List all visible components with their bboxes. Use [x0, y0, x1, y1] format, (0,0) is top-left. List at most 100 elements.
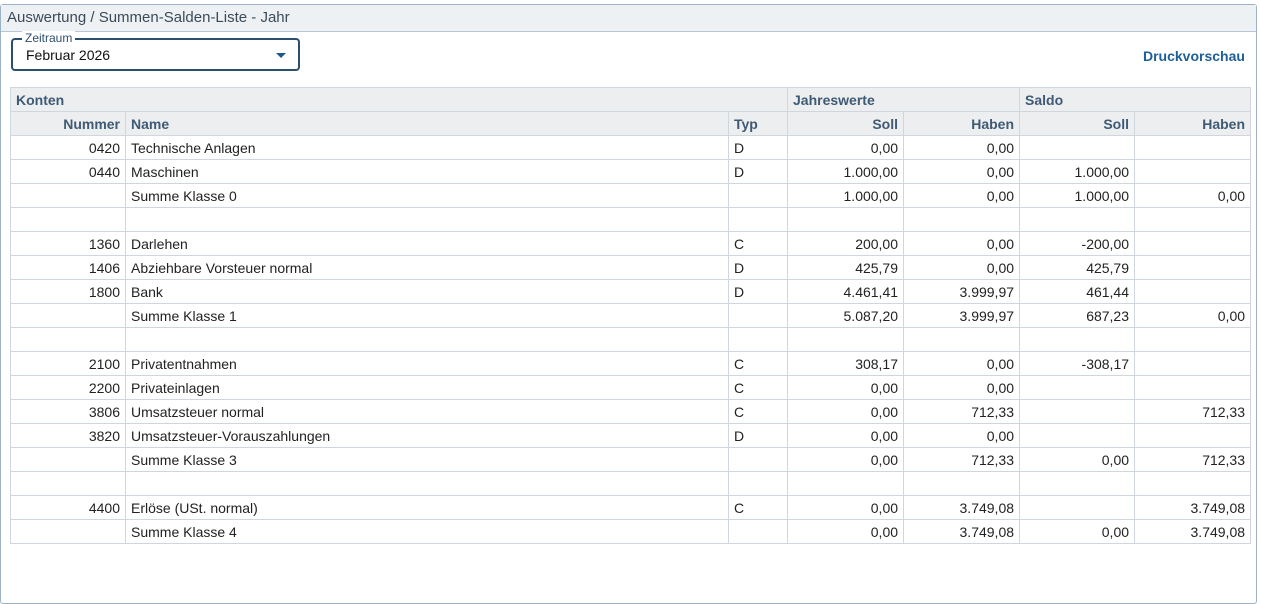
cell-name: Technische Anlagen	[125, 135, 729, 160]
cell-balance-debit: -308,17	[1019, 351, 1136, 376]
cell-number: 2200	[10, 375, 126, 400]
cell-annual-debit: 425,79	[787, 255, 905, 280]
group-header-annual: Jahreswerte	[787, 87, 1021, 112]
cell-number: 3806	[10, 399, 126, 424]
table-row[interactable]: 0420 Technische Anlagen D 0,00 0,00	[10, 135, 1252, 160]
cell-balance-debit: 461,44	[1019, 279, 1136, 304]
cell-annual-debit	[787, 471, 905, 496]
cell-annual-credit: 0,00	[903, 231, 1021, 256]
cell-type: C	[727, 399, 789, 424]
cell-number: 1360	[10, 231, 126, 256]
cell-annual-debit: 0,00	[787, 447, 905, 472]
table-row[interactable]	[10, 327, 1252, 352]
cell-balance-credit	[1134, 207, 1252, 232]
table-row[interactable]: Summe Klasse 4 0,00 3.749,08 0,00 3.749,08	[10, 519, 1252, 544]
cell-number: 2100	[10, 351, 126, 376]
table-row[interactable]: 2200 Privateinlagen C 0,00 0,00	[10, 375, 1252, 400]
cell-balance-credit	[1134, 351, 1252, 376]
cell-name: Erlöse (USt. normal)	[125, 495, 729, 520]
cell-type: D	[727, 135, 789, 160]
table-row[interactable]: Summe Klasse 1 5.087,20 3.999,97 687,23 0,00	[10, 303, 1252, 328]
cell-name: Privatentnahmen	[125, 351, 729, 376]
cell-number: 3820	[10, 423, 126, 448]
table-row[interactable]: 1406 Abziehbare Vorsteuer normal D 425,79 0,…	[10, 255, 1252, 280]
print-preview-link[interactable]: Druckvorschau	[1143, 48, 1245, 64]
cell-number	[10, 207, 126, 232]
table-row[interactable]: Summe Klasse 3 0,00 712,33 0,00 712,33	[10, 447, 1252, 472]
table-row[interactable]: Summe Klasse 0 1.000,00 0,00 1.000,00 0,00	[10, 183, 1252, 208]
cell-annual-debit	[787, 207, 905, 232]
table-row[interactable]: 4400 Erlöse (USt. normal) C 0,00 3.749,08 3.7…	[10, 495, 1252, 520]
cell-annual-credit: 712,33	[903, 399, 1021, 424]
table-row[interactable]: 0440 Maschinen D 1.000,00 0,00 1.000,00	[10, 159, 1252, 184]
table-row[interactable]: 1360 Darlehen C 200,00 0,00 -200,00	[10, 231, 1252, 256]
cell-annual-debit: 0,00	[787, 135, 905, 160]
cell-balance-credit: 0,00	[1134, 303, 1252, 328]
cell-balance-debit	[1019, 327, 1136, 352]
cell-annual-credit: 0,00	[903, 159, 1021, 184]
table-row[interactable]: 2100 Privatentnahmen C 308,17 0,00 -308,17	[10, 351, 1252, 376]
cell-number: 1406	[10, 255, 126, 280]
table-row[interactable]	[10, 207, 1252, 232]
cell-number	[10, 471, 126, 496]
cell-balance-debit	[1019, 471, 1136, 496]
column-header-annual-debit[interactable]: Soll	[787, 111, 905, 136]
cell-annual-credit: 0,00	[903, 255, 1021, 280]
cell-type: C	[727, 351, 789, 376]
cell-name: Umsatzsteuer normal	[125, 399, 729, 424]
column-header-type[interactable]: Typ	[727, 111, 789, 136]
cell-balance-credit: 0,00	[1134, 183, 1252, 208]
cell-type: D	[727, 159, 789, 184]
table-row[interactable]: 3806 Umsatzsteuer normal C 0,00 712,33 712,33	[10, 399, 1252, 424]
cell-balance-credit	[1134, 471, 1252, 496]
cell-name: Summe Klasse 0	[125, 183, 729, 208]
column-header-balance-credit[interactable]: Haben	[1134, 111, 1252, 136]
cell-name	[125, 207, 729, 232]
cell-balance-debit: 0,00	[1019, 447, 1136, 472]
table-row[interactable]: 1800 Bank D 4.461,41 3.999,97 461,44	[10, 279, 1252, 304]
cell-name: Umsatzsteuer-Vorauszahlungen	[125, 423, 729, 448]
cell-balance-debit: 0,00	[1019, 519, 1136, 544]
caret-down-icon[interactable]	[276, 53, 286, 58]
table-row[interactable]	[10, 471, 1252, 496]
cell-name: Privateinlagen	[125, 375, 729, 400]
cell-annual-credit: 0,00	[903, 423, 1021, 448]
cell-name: Summe Klasse 4	[125, 519, 729, 544]
cell-number	[10, 447, 126, 472]
cell-balance-credit	[1134, 375, 1252, 400]
group-header-row: Konten Jahreswerte Saldo	[9, 87, 1252, 112]
table-row[interactable]: 3820 Umsatzsteuer-Vorauszahlungen D 0,00 0,0…	[10, 423, 1252, 448]
cell-annual-debit: 0,00	[787, 519, 905, 544]
cell-type: C	[727, 495, 789, 520]
cell-balance-credit: 712,33	[1134, 447, 1252, 472]
cell-annual-debit: 0,00	[787, 423, 905, 448]
cell-annual-credit: 3.749,08	[903, 495, 1021, 520]
period-value: Februar 2026	[26, 47, 111, 63]
cell-balance-credit: 712,33	[1134, 399, 1252, 424]
cell-balance-credit: 3.749,08	[1134, 519, 1252, 544]
cell-balance-debit: 1.000,00	[1019, 183, 1136, 208]
cell-annual-credit: 0,00	[903, 183, 1021, 208]
column-header-name[interactable]: Name	[125, 111, 729, 136]
column-header-annual-credit[interactable]: Haben	[903, 111, 1021, 136]
cell-balance-credit: 3.749,08	[1134, 495, 1252, 520]
cell-balance-credit	[1134, 135, 1252, 160]
cell-annual-credit: 3.999,97	[903, 303, 1021, 328]
cell-balance-debit	[1019, 207, 1136, 232]
cell-annual-credit: 0,00	[903, 135, 1021, 160]
cell-balance-debit: 687,23	[1019, 303, 1136, 328]
cell-type	[727, 519, 789, 544]
cell-number	[10, 183, 126, 208]
cell-balance-credit	[1134, 159, 1252, 184]
cell-annual-debit: 5.087,20	[787, 303, 905, 328]
group-header-balance: Saldo	[1019, 87, 1252, 112]
period-select[interactable]: Zeitraum Februar 2026	[11, 31, 300, 71]
column-header-balance-debit[interactable]: Soll	[1019, 111, 1136, 136]
cell-name: Bank	[125, 279, 729, 304]
page-title: Auswertung / Summen-Salden-Liste - Jahr	[1, 5, 1256, 32]
column-header-number[interactable]: Nummer	[10, 111, 126, 136]
cell-type: D	[727, 279, 789, 304]
cell-name: Darlehen	[125, 231, 729, 256]
cell-annual-credit: 0,00	[903, 375, 1021, 400]
cell-balance-credit	[1134, 255, 1252, 280]
